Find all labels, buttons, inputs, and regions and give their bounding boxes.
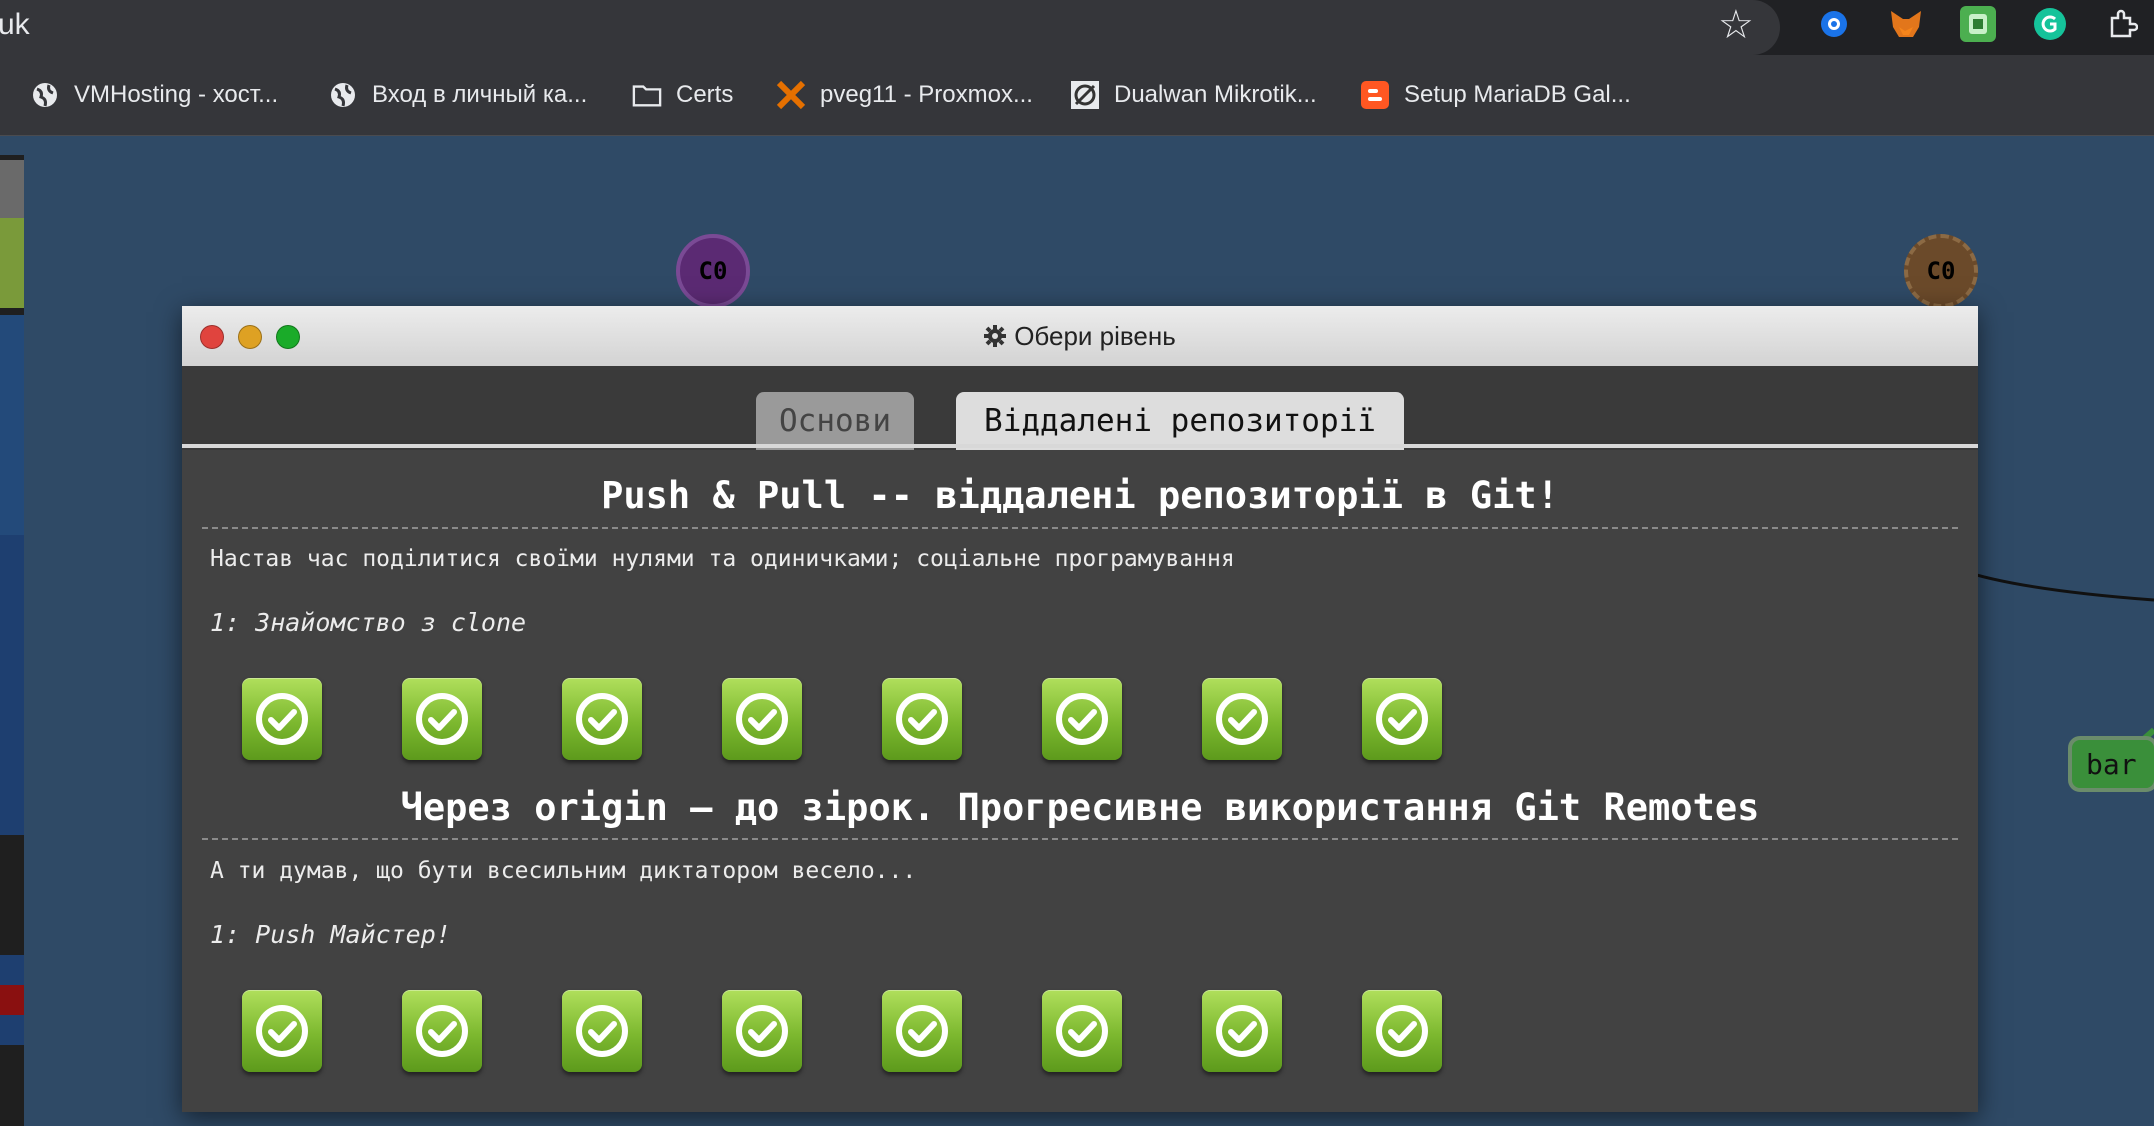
bookmark-label: pveg11 - Proxmox... (820, 81, 1033, 108)
section-title: Через origin – до зірок. Прогресивне вик… (400, 786, 1760, 829)
section-divider (202, 527, 1958, 529)
bookmark-label: Setup MariaDB Gal... (1404, 81, 1631, 108)
tab-basics[interactable]: Основи (756, 392, 914, 450)
checkmark-circle-icon (736, 1005, 788, 1057)
level-select-dialog: Обери рівень Основи Віддалені репозиторі… (182, 306, 1978, 1112)
tab-underline (182, 444, 1978, 448)
minimize-window-button[interactable] (238, 325, 262, 349)
bookmark-personal-cabinet[interactable]: Вход в личный ка... (328, 75, 587, 115)
level-button[interactable] (242, 678, 322, 760)
eye-extension-icon[interactable] (1816, 6, 1852, 42)
grammarly-icon[interactable] (2032, 6, 2068, 42)
dialog-title-text: Обери рівень (1014, 320, 1176, 351)
commit-node[interactable]: C0 (1904, 234, 1978, 308)
mikrotik-icon (1070, 80, 1100, 110)
tab-bar: Основи Віддалені репозиторії (182, 366, 1978, 450)
level-button[interactable] (242, 990, 322, 1072)
checkmark-circle-icon (256, 1005, 308, 1057)
bookmark-folder-certs[interactable]: Certs (632, 75, 733, 115)
bookmark-label: VMHosting - хост... (74, 81, 279, 108)
green-extension-icon[interactable] (1960, 6, 1996, 42)
checkmark-circle-icon (1376, 1005, 1428, 1057)
checkmark-circle-icon (256, 693, 308, 745)
browser-top-bar: uk ☆ (0, 0, 2154, 55)
address-bar[interactable]: uk ☆ (0, 0, 1780, 55)
globe-icon (30, 80, 60, 110)
commit-node[interactable]: C0 (676, 234, 750, 308)
blogger-icon (1360, 80, 1390, 110)
bookmark-star-icon[interactable]: ☆ (1718, 2, 1754, 48)
checkmark-circle-icon (416, 1005, 468, 1057)
section-description: Настав час поділитися своїми нулями та о… (210, 546, 1235, 572)
level-button[interactable] (1202, 678, 1282, 760)
section-subtitle: 1: Знайомство з clone (210, 608, 527, 637)
level-button[interactable] (1362, 678, 1442, 760)
level-button[interactable] (882, 678, 962, 760)
level-button[interactable] (402, 678, 482, 760)
level-button[interactable] (882, 990, 962, 1072)
bookmark-label: Dualwan Mikrotik... (1114, 81, 1317, 108)
dialog-title: Обери рівень (984, 321, 1176, 352)
checkmark-circle-icon (896, 1005, 948, 1057)
section-subtitle: 1: Push Майстер! (210, 920, 451, 949)
section-title: Push & Pull -- віддалені репозиторії в G… (601, 474, 1559, 517)
bookmark-proxmox[interactable]: pveg11 - Proxmox... (776, 75, 1033, 115)
level-button[interactable] (562, 990, 642, 1072)
maximize-window-button[interactable] (276, 325, 300, 349)
tab-remote-repositories[interactable]: Віддалені репозиторії (956, 392, 1404, 450)
level-button[interactable] (562, 678, 642, 760)
folder-icon (632, 80, 662, 110)
level-button[interactable] (1042, 678, 1122, 760)
git-edge-line (1960, 568, 2154, 760)
branch-label[interactable]: bar (2068, 736, 2154, 792)
side-panel-edge (0, 155, 24, 1126)
bookmark-label: Certs (676, 81, 734, 108)
bookmark-vmhosting[interactable]: VMHosting - хост... (30, 75, 278, 115)
level-button[interactable] (1042, 990, 1122, 1072)
checkmark-circle-icon (416, 693, 468, 745)
checkmark-circle-icon (1216, 693, 1268, 745)
level-button[interactable] (722, 678, 802, 760)
bookmark-mariadb[interactable]: Setup MariaDB Gal... (1360, 75, 1631, 115)
section-divider (202, 838, 1958, 840)
checkmark-circle-icon (1376, 693, 1428, 745)
checkmark-circle-icon (896, 693, 948, 745)
proxmox-icon (776, 80, 806, 110)
close-window-button[interactable] (200, 325, 224, 349)
level-button[interactable] (1362, 990, 1442, 1072)
gear-icon (984, 325, 1007, 347)
globe-icon (328, 80, 358, 110)
metamask-fox-icon[interactable] (1888, 6, 1924, 42)
puzzle-extensions-icon[interactable] (2104, 6, 2140, 42)
checkmark-circle-icon (1216, 1005, 1268, 1057)
dialog-titlebar: Обери рівень (182, 306, 1978, 367)
checkmark-circle-icon (1056, 1005, 1108, 1057)
checkmark-circle-icon (736, 693, 788, 745)
checkmark-circle-icon (576, 1005, 628, 1057)
level-button[interactable] (722, 990, 802, 1072)
level-button[interactable] (1202, 990, 1282, 1072)
bookmarks-bar: VMHosting - хост... Вход в личный ка... … (0, 55, 2154, 136)
checkmark-circle-icon (1056, 693, 1108, 745)
level-button[interactable] (402, 990, 482, 1072)
bookmark-label: Вход в личный ка... (372, 81, 588, 108)
url-text: uk (0, 8, 30, 41)
checkmark-circle-icon (576, 693, 628, 745)
bookmark-mikrotik[interactable]: Dualwan Mikrotik... (1070, 75, 1317, 115)
section-description: А ти думав, що бути всесильним диктаторо… (210, 858, 917, 884)
